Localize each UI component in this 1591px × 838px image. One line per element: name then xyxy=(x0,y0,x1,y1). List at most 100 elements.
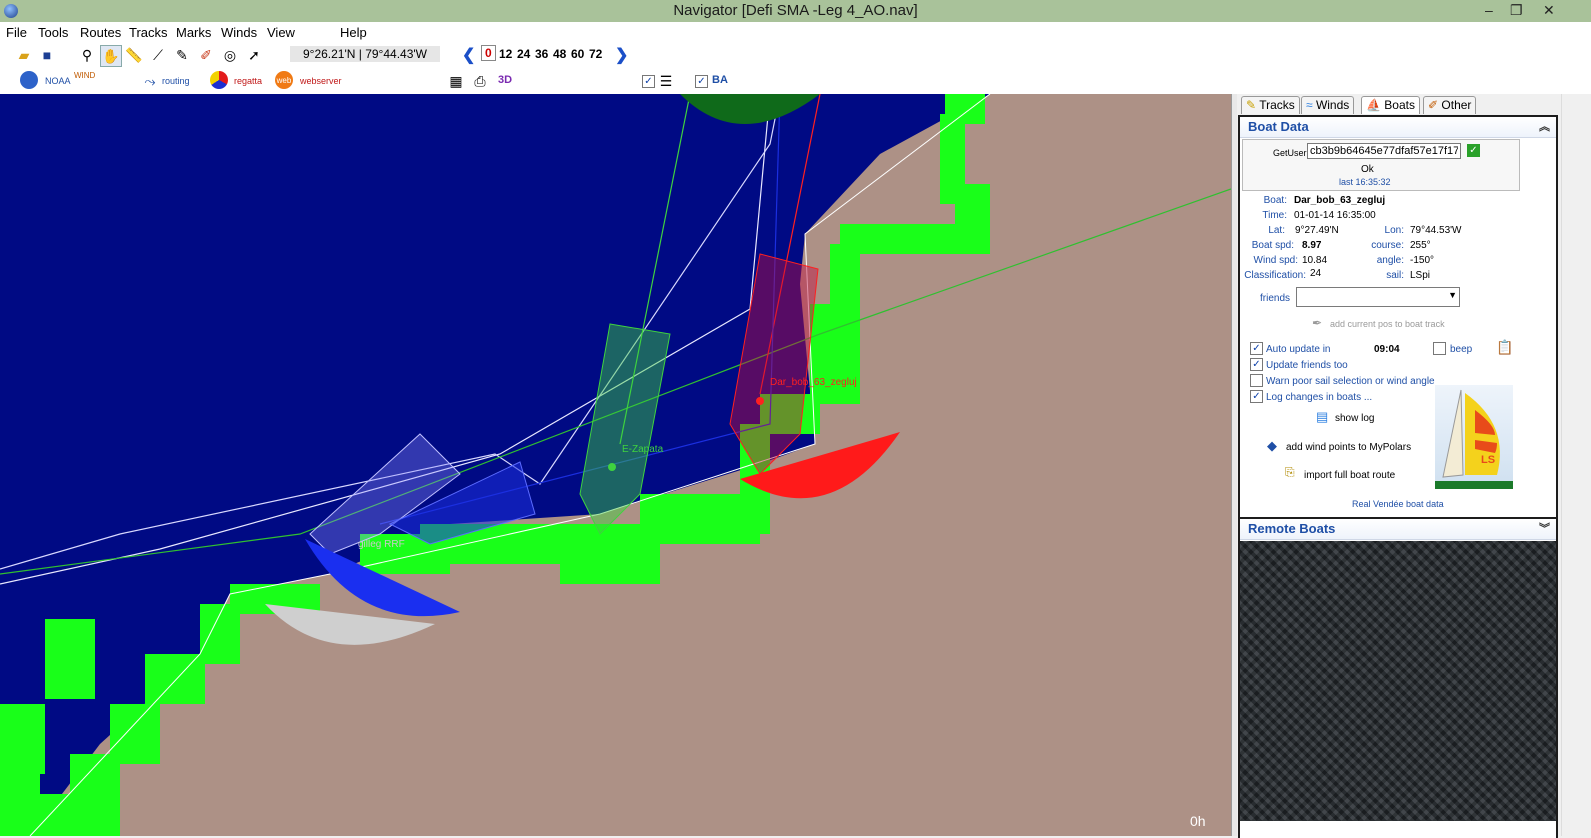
chart-map[interactable]: Dar_bob_63_zegluj E-Zapata gilleg RRF 0h xyxy=(0,94,1231,836)
paint-icon[interactable]: ✐ xyxy=(196,45,216,65)
zoom-icon[interactable]: ⚲ xyxy=(77,45,97,65)
remote-boats-header[interactable]: Remote Boats ︾ xyxy=(1240,519,1556,540)
3d-button[interactable]: 3D xyxy=(498,74,512,86)
menu-view[interactable]: View xyxy=(267,25,295,40)
ba-checkbox[interactable]: ✓ xyxy=(695,75,708,88)
pencil-icon[interactable]: ✎ xyxy=(172,45,192,65)
log-changes-checkbox[interactable]: ✓ xyxy=(1250,390,1263,403)
minimize-button[interactable]: – xyxy=(1485,2,1493,18)
classification-label: Classification: xyxy=(1244,270,1306,281)
import-route-icon[interactable]: ⎘ xyxy=(1285,465,1295,480)
time-label: Time: xyxy=(1262,210,1287,221)
panel-tabs: ✎ Tracks ≈ Winds ⛵ Boats ✐ Other xyxy=(1237,94,1561,114)
tab-winds-label: Winds xyxy=(1315,98,1350,112)
main-toolbar: ▰ ■ ⚲ ✋ 📏 ⟋ ✎ ✐ ◎ ➚ 9°26.21'N | 79°44.43… xyxy=(0,42,1591,68)
feather-icon: ✒ xyxy=(1312,316,1323,330)
import-route-button[interactable]: import full boat route xyxy=(1304,470,1395,481)
route-icon[interactable]: ⟋ xyxy=(148,45,168,65)
close-button[interactable]: ✕ xyxy=(1543,2,1555,19)
warn-checkbox[interactable] xyxy=(1250,374,1263,387)
update-friends-label: Update friends too xyxy=(1266,360,1348,371)
friends-label: friends xyxy=(1259,293,1290,304)
printer-icon[interactable]: ⎙ xyxy=(470,71,490,91)
wind-speed-value: 10.84 xyxy=(1302,255,1328,266)
regatta-icon[interactable] xyxy=(210,71,228,89)
save-icon[interactable]: ■ xyxy=(37,45,57,65)
measure-icon[interactable]: 📏 xyxy=(124,45,144,65)
hour-48[interactable]: 48 xyxy=(553,47,566,61)
noaa-label[interactable]: NOAA xyxy=(45,76,71,86)
course-value: 255° xyxy=(1410,240,1431,251)
expand-icon[interactable]: ︾ xyxy=(1539,519,1550,539)
wind-icon[interactable]: WIND xyxy=(74,71,95,80)
open-folder-icon[interactable]: ▰ xyxy=(14,45,34,65)
real-vendee-link[interactable]: Real Vendée boat data xyxy=(1352,499,1444,509)
routing-icon[interactable]: ⤳ xyxy=(140,71,160,91)
boat-data-header[interactable]: Boat Data ︽ xyxy=(1240,117,1556,138)
next-hour-icon[interactable]: ❯ xyxy=(615,45,628,65)
remote-boats-area xyxy=(1240,541,1556,821)
winds-tab-icon: ≈ xyxy=(1306,98,1313,112)
update-friends-checkbox[interactable]: ✓ xyxy=(1250,358,1263,371)
target-icon[interactable]: ◎ xyxy=(220,45,240,65)
friends-dropdown[interactable]: ▼ xyxy=(1296,287,1460,307)
lat-value: 9°27.49'N xyxy=(1295,225,1339,236)
noaa-icon[interactable] xyxy=(20,71,38,89)
boat-speed-label: Boat spd: xyxy=(1251,240,1294,251)
wind-points-icon[interactable]: ◆ xyxy=(1267,438,1277,454)
menu-file[interactable]: File xyxy=(6,25,27,40)
log-changes-label: Log changes in boats ... xyxy=(1266,392,1373,403)
getuser-input[interactable] xyxy=(1307,143,1461,159)
ba-label: BA xyxy=(712,74,728,86)
add-wind-points-button[interactable]: add wind points to MyPolars xyxy=(1286,442,1411,453)
sail-label: sail: xyxy=(1386,270,1404,281)
tab-tracks[interactable]: ✎ Tracks xyxy=(1241,96,1300,114)
menu-winds[interactable]: Winds xyxy=(221,25,257,40)
hour-0[interactable]: 0 xyxy=(481,45,496,61)
boat-sail-top xyxy=(680,94,820,124)
add-current-pos-button[interactable]: add current pos to boat track xyxy=(1330,319,1445,329)
course-label: course: xyxy=(1371,240,1404,251)
cursor-position: 9°26.21'N | 79°44.43'W xyxy=(290,46,440,62)
hour-24[interactable]: 24 xyxy=(517,47,530,61)
collapse-icon[interactable]: ︽ xyxy=(1539,117,1550,137)
beep-checkbox[interactable] xyxy=(1433,342,1446,355)
hour-36[interactable]: 36 xyxy=(535,47,548,61)
hour-12[interactable]: 12 xyxy=(499,47,512,61)
tab-other-label: Other xyxy=(1441,98,1472,112)
layers-checkbox[interactable]: ✓ xyxy=(642,75,655,88)
menu-tools[interactable]: Tools xyxy=(38,25,68,40)
other-tab-icon: ✐ xyxy=(1428,98,1439,112)
lat-label: Lat: xyxy=(1268,225,1285,236)
dropdown-arrow-icon: ▼ xyxy=(1448,290,1457,300)
pointer-icon[interactable]: ➚ xyxy=(244,45,264,65)
show-log-button[interactable]: show log xyxy=(1335,413,1374,424)
side-panel: ✎ Tracks ≈ Winds ⛵ Boats ✐ Other Boat Da… xyxy=(1237,94,1561,838)
menu-help[interactable]: Help xyxy=(340,25,367,40)
webserver-icon[interactable]: web xyxy=(275,71,293,89)
restore-button[interactable]: ❐ xyxy=(1510,2,1523,19)
calculator-icon[interactable]: ▦ xyxy=(446,71,466,91)
tab-other[interactable]: ✐ Other xyxy=(1423,96,1477,114)
boat-label-dar-bob: Dar_bob_63_zegluj xyxy=(770,377,857,388)
menu-tracks[interactable]: Tracks xyxy=(129,25,168,40)
angle-label: angle: xyxy=(1376,255,1404,266)
list-icon[interactable]: ☰ xyxy=(656,71,676,91)
hour-72[interactable]: 72 xyxy=(589,47,602,61)
menu-routes[interactable]: Routes xyxy=(80,25,121,40)
webserver-label[interactable]: webserver xyxy=(300,76,342,86)
remote-boats-section: Remote Boats ︾ xyxy=(1238,517,1558,838)
tab-boats[interactable]: ⛵ Boats xyxy=(1361,96,1420,114)
tab-winds[interactable]: ≈ Winds xyxy=(1301,96,1355,114)
prev-hour-icon[interactable]: ❮ xyxy=(462,45,475,65)
auto-update-checkbox[interactable]: ✓ xyxy=(1250,342,1263,355)
clipboard-icon[interactable]: 📋 xyxy=(1496,339,1513,356)
hour-60[interactable]: 60 xyxy=(571,47,584,61)
menu-marks[interactable]: Marks xyxy=(176,25,211,40)
title-bar: Navigator [Defi SMA -Leg 4_AO.nav] – ❐ ✕ xyxy=(0,0,1591,22)
pan-hand-icon[interactable]: ✋ xyxy=(100,45,122,67)
show-log-icon[interactable]: ▤ xyxy=(1316,409,1328,425)
routing-label[interactable]: routing xyxy=(162,76,190,86)
regatta-label[interactable]: regatta xyxy=(234,76,262,86)
confirm-check-icon[interactable]: ✓ xyxy=(1467,144,1480,157)
